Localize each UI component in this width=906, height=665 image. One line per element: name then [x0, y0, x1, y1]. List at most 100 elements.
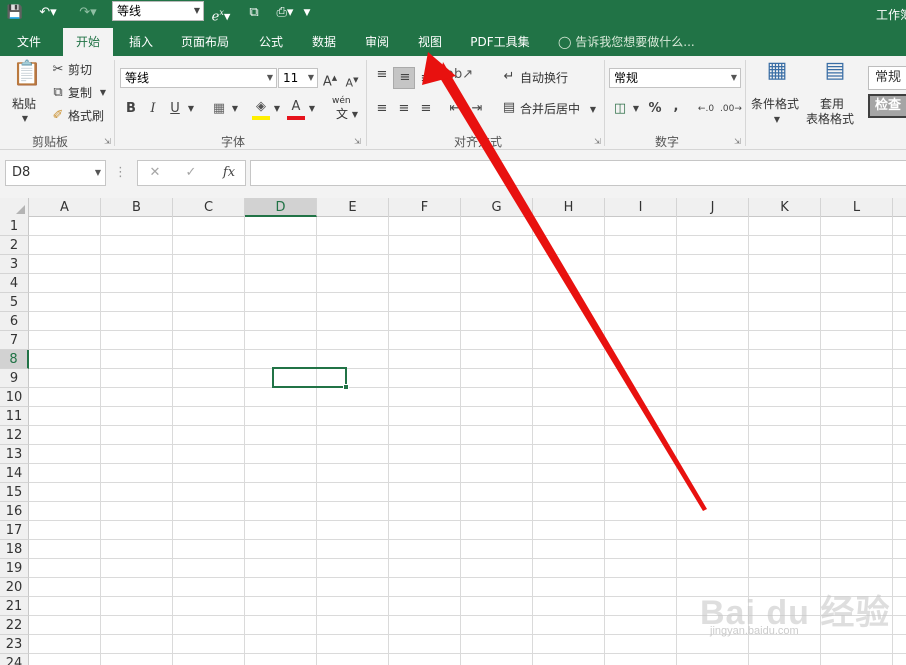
column-header-F[interactable]: F	[389, 198, 461, 217]
align-bottom-icon[interactable]: ≡	[417, 70, 435, 88]
wrap-text-button[interactable]: ↵ 自动换行	[500, 68, 580, 88]
column-header-A[interactable]: A	[29, 198, 101, 217]
tab-page-layout[interactable]: 页面布局	[170, 28, 240, 56]
style-check-cell[interactable]: 检查	[868, 94, 906, 118]
tab-view[interactable]: 视图	[407, 28, 453, 56]
row-header-10[interactable]: 10	[0, 388, 29, 407]
merge-center-button[interactable]: ▤ 合并后居中 ▼	[500, 99, 600, 119]
increase-decimal-icon[interactable]: ←.0	[696, 100, 716, 118]
row-header-9[interactable]: 9	[0, 369, 29, 388]
row-header-22[interactable]: 22	[0, 616, 29, 635]
dialog-launcher-icon[interactable]: ⇲	[104, 137, 111, 146]
column-header-I[interactable]: I	[605, 198, 677, 217]
align-middle-button[interactable]: ≡	[393, 67, 415, 89]
column-header-K[interactable]: K	[749, 198, 821, 217]
redo-icon[interactable]: ↷▾	[74, 3, 102, 23]
row-header-20[interactable]: 20	[0, 578, 29, 597]
row-header-16[interactable]: 16	[0, 502, 29, 521]
row-header-3[interactable]: 3	[0, 255, 29, 274]
fill-color-icon[interactable]: ◈	[252, 98, 270, 120]
align-right-icon[interactable]: ≡	[417, 100, 435, 118]
customize-quick-access-icon[interactable]: ▼	[300, 3, 314, 23]
chevron-down-icon[interactable]: ▼	[186, 100, 196, 118]
insert-function-button[interactable]: fx	[218, 164, 240, 182]
row-header-17[interactable]: 17	[0, 521, 29, 540]
comma-button[interactable]: ,	[668, 98, 684, 116]
quick-font-select[interactable]: 等线 ▼	[112, 1, 204, 21]
style-normal[interactable]: 常规	[868, 66, 906, 90]
underline-button[interactable]: U	[168, 100, 182, 118]
column-header-G[interactable]: G	[461, 198, 533, 217]
tab-home[interactable]: 开始	[63, 28, 113, 56]
cancel-icon[interactable]: ✕	[146, 164, 164, 182]
decrease-decimal-icon[interactable]: .00→	[720, 100, 742, 118]
fill-handle[interactable]	[343, 384, 349, 390]
row-header-1[interactable]: 1	[0, 217, 29, 236]
formula-input[interactable]	[250, 160, 906, 186]
row-header-23[interactable]: 23	[0, 635, 29, 654]
paste-button[interactable]: 📋 粘贴 ▼	[6, 60, 44, 124]
column-header-D[interactable]: D	[245, 198, 317, 217]
row-header-2[interactable]: 2	[0, 236, 29, 255]
copy-quick-icon[interactable]: ⧉	[244, 3, 264, 23]
orientation-icon[interactable]: ab↗	[446, 66, 473, 84]
column-header-H[interactable]: H	[533, 198, 605, 217]
screen-icon[interactable]: ⎙▾	[274, 3, 296, 23]
format-as-table-button[interactable]: ▤ 套用 表格格式	[806, 60, 864, 127]
row-header-13[interactable]: 13	[0, 445, 29, 464]
chevron-down-icon[interactable]: ▼	[272, 100, 282, 118]
active-cell-D8[interactable]	[272, 367, 349, 390]
dialog-launcher-icon[interactable]: ⇲	[594, 137, 601, 146]
align-top-icon[interactable]: ≡	[373, 66, 391, 84]
cut-button[interactable]: ✂ 剪切	[50, 61, 110, 79]
column-header-J[interactable]: J	[677, 198, 749, 217]
chevron-down-icon[interactable]: ▼	[631, 100, 641, 118]
column-header-E[interactable]: E	[317, 198, 389, 217]
save-icon[interactable]: 💾	[6, 3, 24, 23]
italic-button[interactable]: I	[146, 100, 160, 118]
equation-icon[interactable]: ex▾	[206, 3, 236, 24]
row-header-24[interactable]: 24	[0, 654, 29, 665]
row-header-7[interactable]: 7	[0, 331, 29, 350]
chevron-down-icon[interactable]: ▼	[230, 100, 240, 118]
column-header-B[interactable]: B	[101, 198, 173, 217]
row-header-11[interactable]: 11	[0, 407, 29, 426]
phonetic-guide-button[interactable]: wén 文 ▼	[330, 96, 360, 124]
borders-icon[interactable]: ▦	[210, 100, 228, 118]
copy-button[interactable]: ⧉ 复制 ▼	[50, 84, 110, 102]
select-all-button[interactable]	[0, 198, 29, 217]
row-header-4[interactable]: 4	[0, 274, 29, 293]
tab-formulas[interactable]: 公式	[248, 28, 294, 56]
font-color-icon[interactable]: A	[287, 98, 305, 120]
column-header-C[interactable]: C	[173, 198, 245, 217]
number-format-select[interactable]: 常规 ▼	[609, 68, 741, 88]
row-header-14[interactable]: 14	[0, 464, 29, 483]
decrease-indent-icon[interactable]: ⇤	[446, 100, 464, 118]
percent-button[interactable]: %	[646, 100, 664, 118]
tab-file[interactable]: 文件	[6, 28, 52, 56]
chevron-down-icon[interactable]: ▼	[307, 100, 317, 118]
undo-icon[interactable]: ↶▾	[34, 3, 62, 23]
decrease-font-icon[interactable]: A▼	[344, 71, 360, 93]
increase-font-icon[interactable]: A▲	[322, 69, 338, 91]
currency-icon[interactable]: ◫	[611, 100, 629, 118]
font-size-select[interactable]: 11 ▼	[278, 68, 318, 88]
enter-check-icon[interactable]: ✓	[182, 164, 200, 182]
conditional-formatting-button[interactable]: ▦ 条件格式 ▼	[750, 60, 804, 126]
dialog-launcher-icon[interactable]: ⇲	[354, 137, 361, 146]
font-name-select[interactable]: 等线 ▼	[120, 68, 277, 88]
row-header-6[interactable]: 6	[0, 312, 29, 331]
bold-button[interactable]: B	[124, 100, 138, 118]
row-header-18[interactable]: 18	[0, 540, 29, 559]
tab-data[interactable]: 数据	[301, 28, 347, 56]
format-painter-button[interactable]: ✐ 格式刷	[50, 107, 110, 125]
row-header-21[interactable]: 21	[0, 597, 29, 616]
name-box[interactable]: D8 ▼	[5, 160, 106, 186]
tab-review[interactable]: 审阅	[354, 28, 400, 56]
row-header-19[interactable]: 19	[0, 559, 29, 578]
align-left-icon[interactable]: ≡	[373, 100, 391, 118]
row-header-5[interactable]: 5	[0, 293, 29, 312]
row-header-8[interactable]: 8	[0, 350, 29, 369]
align-center-icon[interactable]: ≡	[395, 100, 413, 118]
tab-insert[interactable]: 插入	[119, 28, 163, 56]
